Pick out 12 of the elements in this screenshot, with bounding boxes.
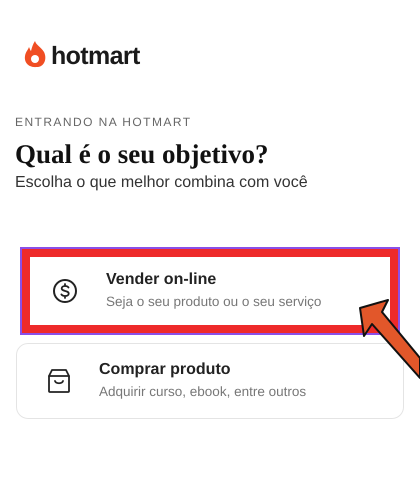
dollar-icon bbox=[52, 278, 78, 304]
logo-text: hotmart bbox=[51, 41, 140, 72]
bag-icon bbox=[47, 368, 71, 394]
option-title: Vender on-line bbox=[106, 270, 218, 290]
option-card[interactable]: Vender on-line Seja o seu produto ou o seu serviço bbox=[22, 248, 398, 332]
option-title: Comprar produto bbox=[99, 360, 232, 380]
option-card[interactable]: Comprar produto Adquirir curso, ebook, entre outros bbox=[16, 342, 404, 418]
option-description: Seja o seu produto ou o seu serviço bbox=[106, 293, 322, 312]
page-title: Qual é o seu objetivo? bbox=[15, 138, 270, 170]
page-subtitle: Escolha o que melhor combina com você bbox=[15, 172, 309, 192]
eyebrow-label: ENTRANDO NA HOTMART bbox=[15, 114, 192, 130]
option-description: Adquirir curso, ebook, entre outros bbox=[99, 383, 306, 402]
